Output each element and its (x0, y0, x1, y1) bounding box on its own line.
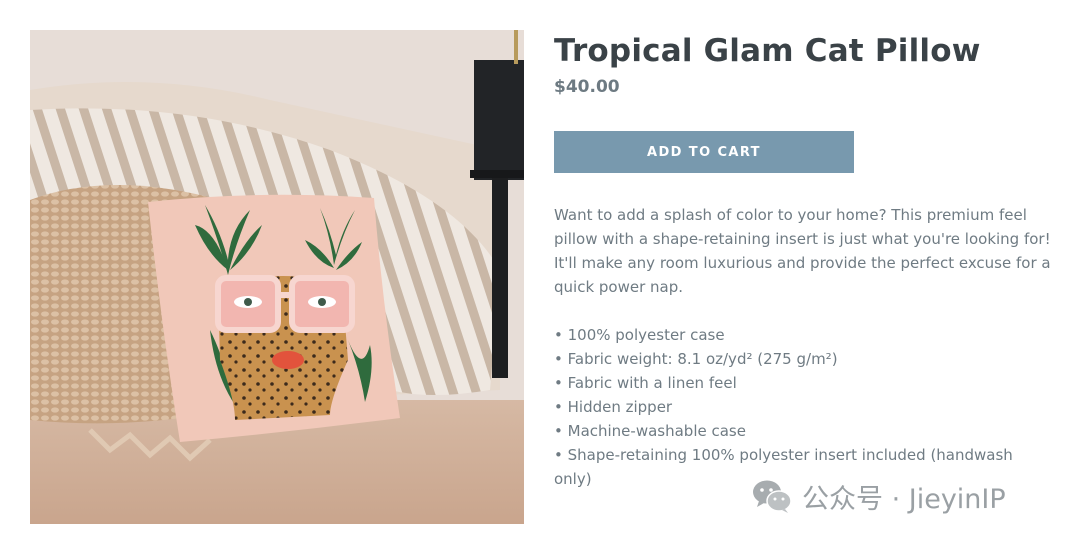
wechat-icon (753, 480, 792, 513)
feature-item: Fabric weight: 8.1 oz/yd² (275 g/m²) (554, 347, 1034, 371)
product-features: 100% polyester case Fabric weight: 8.1 o… (554, 323, 1034, 491)
product-image[interactable] (30, 30, 524, 524)
feature-item: Machine-washable case (554, 419, 1034, 443)
feature-item: Hidden zipper (554, 395, 1034, 419)
product-info: Tropical Glam Cat Pillow $40.00 ADD TO C… (554, 30, 1054, 491)
product-price: $40.00 (554, 77, 620, 97)
product-page: Tropical Glam Cat Pillow $40.00 ADD TO C… (0, 0, 1068, 539)
feature-item: 100% polyester case (554, 323, 1034, 347)
feature-item: Fabric with a linen feel (554, 371, 1034, 395)
watermark: 公众号 · JieyinIP (752, 476, 1006, 516)
watermark-text: 公众号 · JieyinIP (802, 483, 1006, 515)
add-to-cart-button[interactable]: ADD TO CART (554, 131, 854, 173)
product-description: Want to add a splash of color to your ho… (554, 206, 1051, 296)
product-title: Tropical Glam Cat Pillow (554, 33, 981, 69)
